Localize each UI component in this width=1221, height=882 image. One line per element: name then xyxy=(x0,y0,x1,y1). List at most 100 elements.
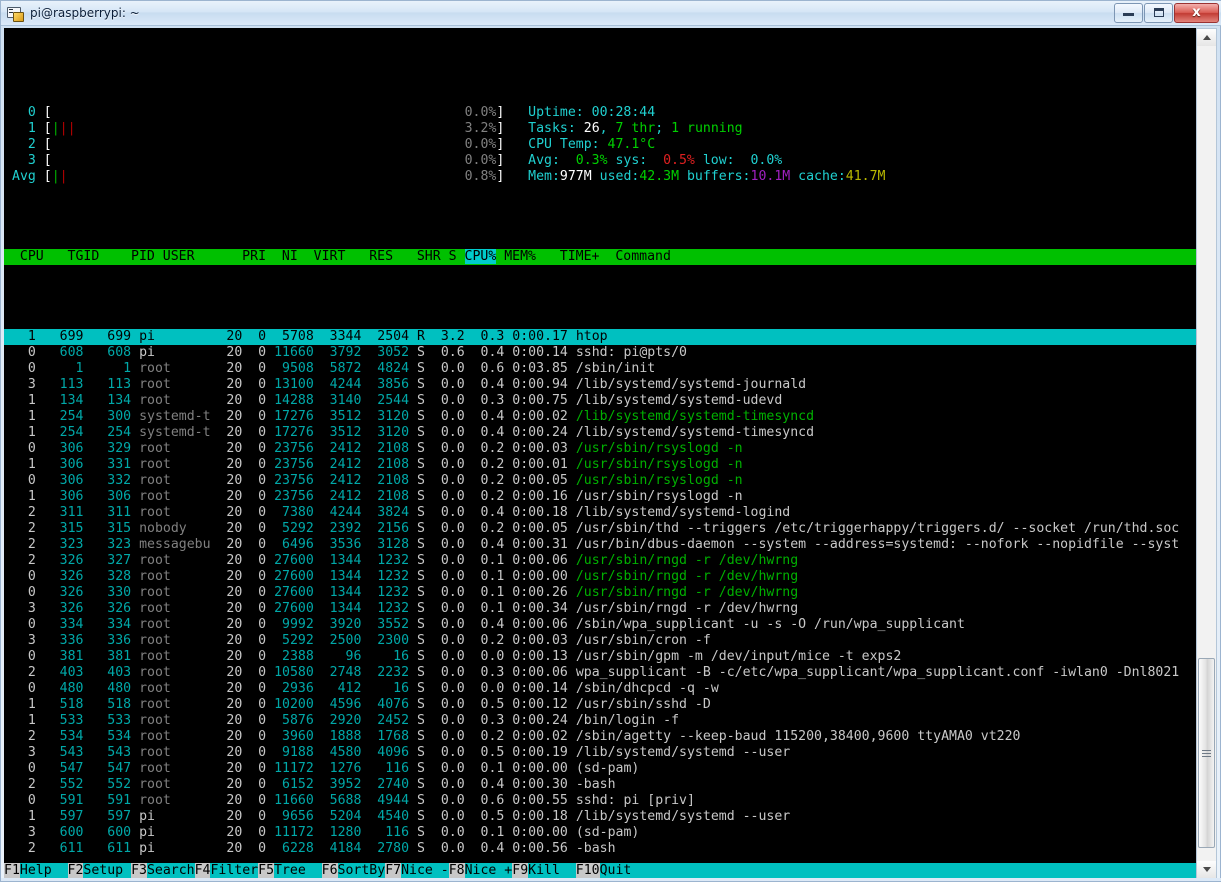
close-button[interactable]: x xyxy=(1174,2,1219,23)
cell-virt: 23756 xyxy=(266,489,314,504)
scroll-up-arrow-icon[interactable] xyxy=(1197,29,1216,46)
cell-tgid: 547 xyxy=(35,761,84,776)
process-row[interactable]: 0 306 329 root 20 0 23756 2412 2108 S 0.… xyxy=(4,441,1197,457)
process-row[interactable]: 0 306 332 root 20 0 23756 2412 2108 S 0.… xyxy=(4,473,1197,489)
cell-cpu-core: 1 xyxy=(12,329,36,344)
info-mem-buffers: 10.1M xyxy=(750,169,791,184)
header-info-line: Mem:977M used:42.3M buffers:10.1M cache:… xyxy=(528,169,885,184)
process-row[interactable]: 2 552 552 root 20 0 6152 3952 2740 S 0.0… xyxy=(4,777,1197,793)
fn-key-f1: F1 xyxy=(4,863,20,878)
process-row[interactable]: 0 1 1 root 20 0 9508 5872 4824 S 0.0 0.6… xyxy=(4,361,1197,377)
cell-cpu-percent: 0.0 xyxy=(424,425,465,440)
cell-pid: 591 xyxy=(83,793,132,808)
cell-user: root xyxy=(139,377,219,392)
process-row[interactable]: 2 323 323 messagebu 20 0 6496 3536 3128 … xyxy=(4,537,1197,553)
cell-shr: 16 xyxy=(361,649,410,664)
process-table-header[interactable]: CPU TGID PID USER PRI NI VIRT RES SHR S … xyxy=(4,249,1197,265)
cell-tgid: 306 xyxy=(35,489,84,504)
cell-pri: 20 xyxy=(218,345,243,360)
cell-tgid: 326 xyxy=(35,585,84,600)
process-row[interactable]: 2 311 311 root 20 0 7380 4244 3824 S 0.0… xyxy=(4,505,1197,521)
cell-res: 96 xyxy=(313,649,362,664)
cell-pri: 20 xyxy=(218,809,243,824)
cell-tgid: 591 xyxy=(35,793,84,808)
process-row[interactable]: 0 547 547 root 20 0 11172 1276 116 S 0.0… xyxy=(4,761,1197,777)
process-row[interactable]: 2 403 403 root 20 0 10580 2748 2232 S 0.… xyxy=(4,665,1197,681)
cell-time: 0:00.00 xyxy=(504,761,568,776)
cell-cpu-core: 0 xyxy=(12,585,36,600)
terminal-content[interactable]: 0 [ 0.0%] Uptime: 00:28:44 1 [||| 3.2%] … xyxy=(4,28,1197,879)
terminal-icon xyxy=(6,4,24,22)
cpu-meter-percent: 0.0% xyxy=(448,105,497,120)
cell-pid: 480 xyxy=(83,681,132,696)
cell-virt: 11172 xyxy=(266,761,314,776)
window-bottom-strip xyxy=(1,878,1221,881)
cell-time: 0:00.56 xyxy=(504,841,568,856)
maximize-button[interactable] xyxy=(1144,2,1173,23)
process-row[interactable]: 1 518 518 root 20 0 10200 4596 4076 S 0.… xyxy=(4,697,1197,713)
scrollbar-thumb[interactable] xyxy=(1198,658,1215,848)
process-row[interactable]: 0 326 328 root 20 0 27600 1344 1232 S 0.… xyxy=(4,569,1197,585)
cell-tgid: 534 xyxy=(35,729,84,744)
cell-res: 4244 xyxy=(313,505,362,520)
cell-command: -bash xyxy=(575,777,616,792)
cell-ni: 0 xyxy=(242,553,267,568)
cpu-meter-label: Avg xyxy=(12,169,44,184)
process-row[interactable]: 1 306 331 root 20 0 23756 2412 2108 S 0.… xyxy=(4,457,1197,473)
cell-virt: 11172 xyxy=(266,825,314,840)
process-row[interactable]: 3 336 336 root 20 0 5292 2500 2300 S 0.0… xyxy=(4,633,1197,649)
process-row[interactable]: 0 326 330 root 20 0 27600 1344 1232 S 0.… xyxy=(4,585,1197,601)
function-key-bar[interactable]: F1Help F2Setup F3SearchF4FilterF5Tree F6… xyxy=(4,863,1197,879)
cell-pid: 331 xyxy=(83,457,132,472)
vertical-scrollbar[interactable] xyxy=(1196,28,1217,879)
process-row-selected[interactable]: 1 699 699 pi 20 0 5708 3344 2504 R 3.2 0… xyxy=(4,329,1197,345)
cell-res: 3512 xyxy=(313,425,362,440)
process-row[interactable]: 1 254 254 systemd-t 20 0 17276 3512 3120… xyxy=(4,425,1197,441)
cell-pid: 534 xyxy=(83,729,132,744)
process-row[interactable]: 3 113 113 root 20 0 13100 4244 3856 S 0.… xyxy=(4,377,1197,393)
fn-key-f9: F9 xyxy=(512,863,529,878)
process-row[interactable]: 2 611 611 pi 20 0 6228 4184 2780 S 0.0 0… xyxy=(4,841,1197,857)
cpu-meter-label: 2 xyxy=(12,137,44,152)
cell-mem-percent: 0.2 xyxy=(464,441,505,456)
process-row[interactable]: 0 334 334 root 20 0 9992 3920 3552 S 0.0… xyxy=(4,617,1197,633)
meter-bracket-open: [ xyxy=(43,153,52,168)
process-row[interactable]: 0 591 591 root 20 0 11660 5688 4944 S 0.… xyxy=(4,793,1197,809)
minimize-button[interactable] xyxy=(1114,2,1143,23)
cell-res: 1344 xyxy=(313,569,362,584)
process-row[interactable]: 2 534 534 root 20 0 3960 1888 1768 S 0.0… xyxy=(4,729,1197,745)
cell-shr: 2108 xyxy=(361,441,410,456)
process-row[interactable]: 0 608 608 pi 20 0 11660 3792 3052 S 0.6 … xyxy=(4,345,1197,361)
process-table-body[interactable]: 1 699 699 pi 20 0 5708 3344 2504 R 3.2 0… xyxy=(4,329,1197,857)
fn-key-f3: F3 xyxy=(131,863,147,878)
cell-user: root xyxy=(139,665,219,680)
cell-cpu-core: 0 xyxy=(12,345,36,360)
cell-res: 1344 xyxy=(313,585,362,600)
process-row[interactable]: 1 533 533 root 20 0 5876 2920 2452 S 0.0… xyxy=(4,713,1197,729)
cell-time: 0:00.03 xyxy=(504,633,568,648)
process-row[interactable]: 1 254 300 systemd-t 20 0 17276 3512 3120… xyxy=(4,409,1197,425)
process-row[interactable]: 3 326 326 root 20 0 27600 1344 1232 S 0.… xyxy=(4,601,1197,617)
process-row[interactable]: 1 134 134 root 20 0 14288 3140 2544 S 0.… xyxy=(4,393,1197,409)
fn-label-nice-: Nice + xyxy=(464,863,513,878)
process-row[interactable]: 3 543 543 root 20 0 9188 4580 4096 S 0.0… xyxy=(4,745,1197,761)
cell-cpu-percent: 0.0 xyxy=(424,697,465,712)
cell-pid: 327 xyxy=(83,553,132,568)
scrollbar-grip-icon xyxy=(1202,749,1211,757)
process-row[interactable]: 1 306 306 root 20 0 23756 2412 2108 S 0.… xyxy=(4,489,1197,505)
process-row[interactable]: 1 597 597 pi 20 0 9656 5204 4540 S 0.0 0… xyxy=(4,809,1197,825)
cell-pri: 20 xyxy=(218,745,243,760)
cell-res: 1280 xyxy=(313,825,362,840)
header-info-line: CPU Temp: 47.1°C xyxy=(528,137,655,152)
scrollbar-track[interactable] xyxy=(1197,46,1216,861)
process-row[interactable]: 0 480 480 root 20 0 2936 412 16 S 0.0 0.… xyxy=(4,681,1197,697)
cell-cpu-percent: 0.0 xyxy=(424,841,465,856)
cell-mem-percent: 0.4 xyxy=(464,537,505,552)
process-row[interactable]: 0 381 381 root 20 0 2388 96 16 S 0.0 0.0… xyxy=(4,649,1197,665)
process-row[interactable]: 2 326 327 root 20 0 27600 1344 1232 S 0.… xyxy=(4,553,1197,569)
process-row[interactable]: 3 600 600 pi 20 0 11172 1280 116 S 0.0 0… xyxy=(4,825,1197,841)
cell-ni: 0 xyxy=(242,569,267,584)
process-row[interactable]: 2 315 315 nobody 20 0 5292 2392 2156 S 0… xyxy=(4,521,1197,537)
scroll-down-arrow-icon[interactable] xyxy=(1197,861,1216,878)
cell-cpu-percent: 0.0 xyxy=(424,537,465,552)
